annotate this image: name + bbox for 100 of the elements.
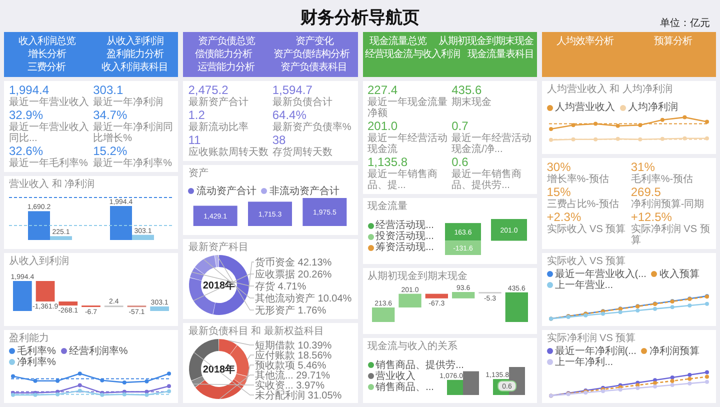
nav-link[interactable]: 从期初现金到期末现金 <box>438 35 534 48</box>
kpi-label: 存货周转天数 <box>272 147 334 158</box>
chart-title: 从期初现金到期末现金 <box>368 270 468 282</box>
kpi-value: 32.9% <box>9 109 44 122</box>
nav-link[interactable]: 盈利能力分析 <box>102 48 168 61</box>
kpi-label: 最近一年毛利率% <box>9 158 89 169</box>
kpi-label: 最近一年净利润同比增长% <box>93 122 174 144</box>
nav-link[interactable]: 现金流量总览 <box>366 35 430 48</box>
chart-title: 从收入到利润 <box>9 256 69 268</box>
kpi-label: 期末现金 <box>452 97 493 108</box>
kpi-label: 最近一年营业收入同比... <box>9 122 90 144</box>
kpi-label: 最新负债合计 <box>272 97 334 108</box>
legend-label: 净利率% <box>17 356 56 368</box>
legend-label: 营业收入 <box>376 370 416 382</box>
nav-link[interactable]: 预算分析 <box>640 35 706 48</box>
kpi-value: 201.0 <box>368 120 399 133</box>
kpi-value: 64.4% <box>272 109 306 122</box>
legend-label: 销售商品、提供劳... <box>376 360 464 371</box>
legend-label: 上一年净利... <box>554 356 614 368</box>
kpi-value: 1.2 <box>188 109 205 122</box>
kpi-label: 应收账款周转天数 <box>188 147 268 158</box>
slice-label: 其他流... 29.71% <box>255 370 330 382</box>
legend-label: 人均净利润 <box>628 102 678 113</box>
chart-title: 盈利能力 <box>9 333 49 345</box>
kpi-value: 1,594.7 <box>272 84 314 97</box>
kpi-label: 增长率%-预估 <box>546 174 610 185</box>
kpi-value: 0.7 <box>452 120 468 133</box>
nav-link[interactable]: 增长分析 <box>14 48 80 61</box>
chart-title: 现金流与收入的关系 <box>368 340 458 352</box>
kpi-value: 31% <box>630 161 655 174</box>
kpi-label: 三费占比%-预估 <box>546 199 620 210</box>
nav-link[interactable]: 从收入到利润 <box>102 35 168 48</box>
chart-title: 资产 <box>188 168 208 180</box>
kpi-label: 最近一年营业收入 <box>9 97 90 108</box>
legend-label: 经营活动现... <box>376 220 434 232</box>
nav-link[interactable]: 运营能力分析 <box>194 61 258 74</box>
kpi-value: 303.1 <box>93 84 124 97</box>
nav-link[interactable]: 收入利润表科目 <box>101 61 168 74</box>
page-title: 财务分析导航页 <box>300 7 420 29</box>
nav-link[interactable]: 偿债能力分析 <box>191 48 256 61</box>
kpi-value: 227.4 <box>368 84 399 97</box>
kpi-label: 最近一年经营活动现金流/净... <box>452 133 532 155</box>
kpi-value: 0.6 <box>452 156 468 169</box>
chart-title: 最新资产科目 <box>188 242 248 254</box>
kpi-label: 净利润预算-同期 <box>630 199 706 210</box>
kpi-value: 38 <box>272 134 287 147</box>
slice-label: 无形资产 1.76% <box>255 306 326 316</box>
nav-link[interactable]: 现金流量表科目 <box>468 48 534 61</box>
kpi-value: 30% <box>546 161 571 174</box>
leader-line <box>228 340 255 346</box>
legend-label: 非流动资产合计 <box>269 186 340 196</box>
nav-link[interactable]: 经营现金流与收入利润 <box>365 48 460 61</box>
legend-label: 上一年营业... <box>554 280 614 290</box>
slice-label: 货币资金 42.13% <box>255 258 332 268</box>
legend-label: 人均营业收入 <box>554 102 615 113</box>
slice-label: 短期借款 10.39% <box>255 340 332 352</box>
unit-label: 单位：亿元 <box>660 16 711 30</box>
kpi-value: 1,135.8 <box>368 156 409 169</box>
kpi-value: 15.2% <box>93 145 128 158</box>
kpi-value: 15% <box>546 186 571 199</box>
kpi-label: 最近一年净利润 <box>93 97 164 108</box>
legend-label: 销售商品、... <box>376 382 434 393</box>
chart-title: 营业收入 和 净利润 <box>9 179 95 191</box>
kpi-label: 毛利率%-预估 <box>630 174 694 185</box>
nav-link[interactable]: 收入利润总览 <box>14 35 80 48</box>
slice-label: 未分配利润 31.05% <box>255 390 342 402</box>
kpi-label: 最新资产合计 <box>188 97 250 108</box>
chart-title: 最新负债科目 和 最新权益科目 <box>188 326 324 338</box>
legend-label: 毛利率% <box>17 346 56 356</box>
legend-label: 投资活动现... <box>376 231 434 242</box>
kpi-value: 34.7% <box>93 109 128 122</box>
legend-label: 筹资活动现... <box>376 242 434 254</box>
kpi-label: 最近一年销售商品、提供劳... <box>452 169 523 191</box>
legend-label: 最近一年净利润(... <box>554 346 636 356</box>
chart-title: 人均营业收入 和 人均净利润 <box>546 84 672 96</box>
legend-label: 最近一年营业收入(... <box>554 268 646 280</box>
kpi-label: 最新流动比率 <box>188 122 250 133</box>
nav-link[interactable]: 资产负债总览 <box>194 35 259 48</box>
slice-label: 实收资... 3.97% <box>255 380 325 392</box>
chart-title: 实际收入 VS 预算 <box>546 256 626 268</box>
chart-title: 现金流量 <box>368 201 408 213</box>
slice-label: 应付账款 18.56% <box>255 350 332 362</box>
kpi-value: 435.6 <box>452 84 483 97</box>
slice-label: 预收款项 5.46% <box>255 360 326 372</box>
chart-title: 实际净利润 VS 预算 <box>546 333 636 345</box>
legend-label: 流动资产合计 <box>196 186 256 196</box>
kpi-value: 1,994.4 <box>9 84 50 97</box>
nav-link[interactable]: 资产负债结构分析 <box>274 48 350 61</box>
kpi-value: 269.5 <box>630 186 661 199</box>
kpi-value: 32.6% <box>9 145 44 158</box>
legend-label: 净利润预算 <box>649 346 700 356</box>
nav-link[interactable]: 资产负债表科目 <box>280 61 348 74</box>
nav-link[interactable]: 三费分析 <box>14 61 79 74</box>
legend-label: 经营利润率% <box>68 346 128 356</box>
kpi-label: 最近一年现金流量净额 <box>368 97 448 119</box>
nav-link[interactable]: 人均效率分析 <box>552 35 618 48</box>
kpi-label: 实际收入 VS 预算 <box>546 224 627 235</box>
nav-link[interactable]: 资产变化 <box>282 35 347 48</box>
kpi-value: +2.3% <box>546 211 582 224</box>
kpi-value: 11 <box>188 134 202 147</box>
